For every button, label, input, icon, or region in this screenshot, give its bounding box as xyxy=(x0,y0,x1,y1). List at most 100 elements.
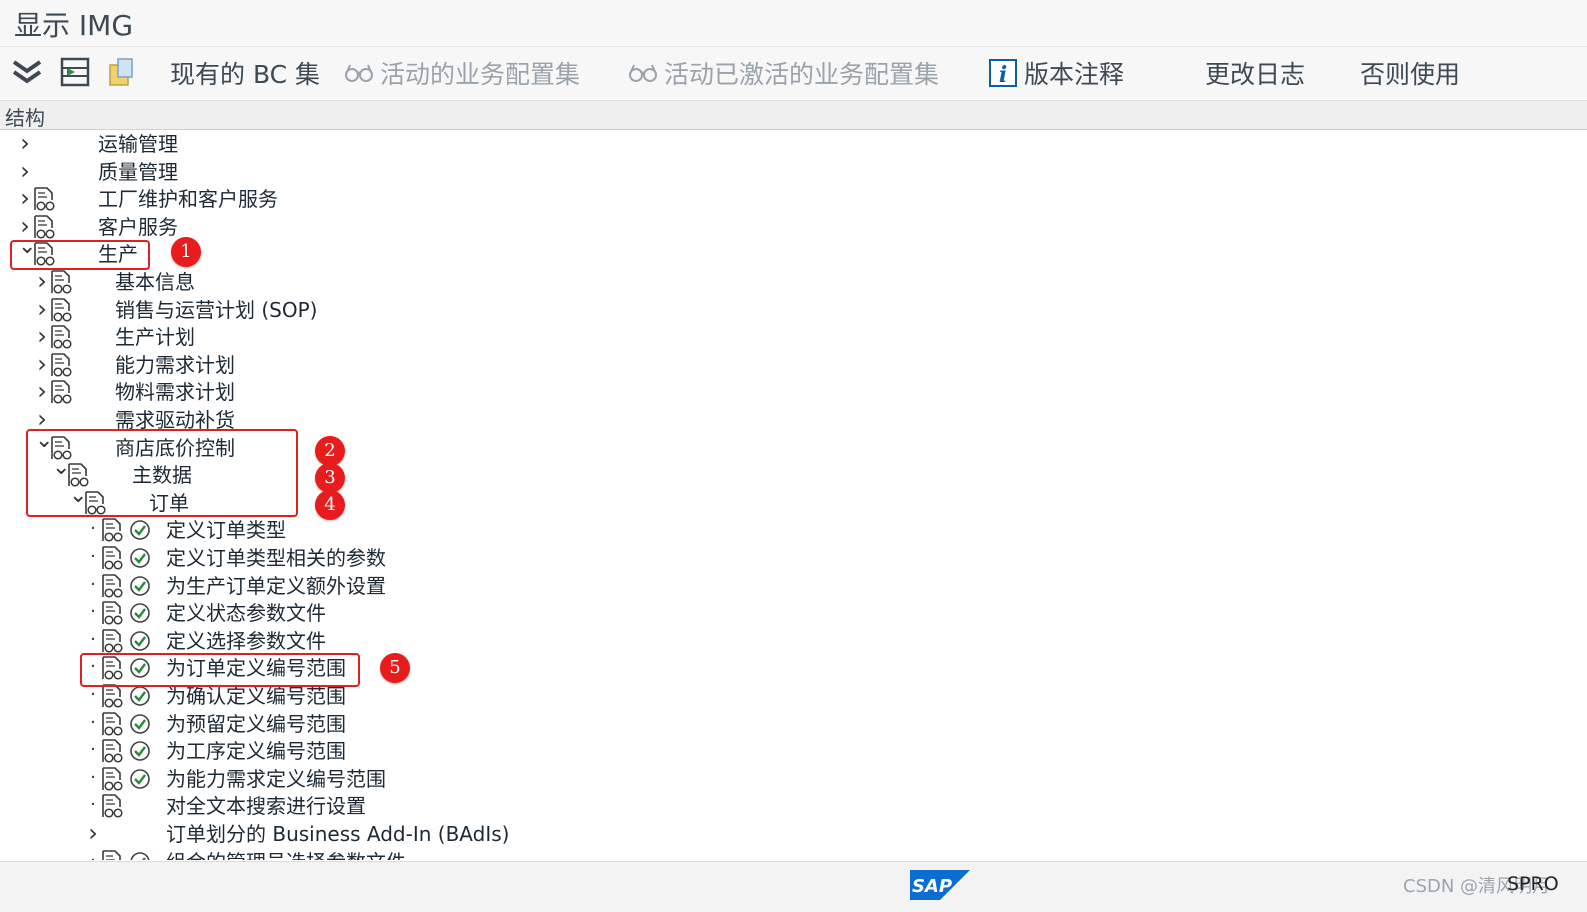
execute-activity-icon[interactable] xyxy=(129,740,151,762)
tree-node[interactable]: · 定义选择参数文件 xyxy=(0,628,1200,655)
execute-activity-icon[interactable] xyxy=(129,519,151,541)
documentation-icon[interactable] xyxy=(100,601,124,626)
tree-node[interactable]: · 定义状态参数文件 xyxy=(0,600,1200,627)
tree-node-label[interactable]: 运输管理 xyxy=(98,131,178,158)
expand-chevron-icon[interactable]: › xyxy=(18,131,32,155)
existing-bc-sets-label: 现有的 BC 集 xyxy=(170,60,321,89)
tree-node[interactable]: · 为能力需求定义编号范围 xyxy=(0,766,1200,793)
tree-node[interactable]: › 订单划分的 Business Add-In (BAdIs) xyxy=(0,821,1200,848)
expand-chevron-icon[interactable]: › xyxy=(35,269,49,293)
tree-node-label[interactable]: 客户服务 xyxy=(98,214,178,241)
documentation-icon[interactable] xyxy=(49,270,73,295)
execute-activity-icon[interactable] xyxy=(129,768,151,790)
tree-node[interactable]: › 工厂维护和客户服务 xyxy=(0,186,1200,213)
documentation-icon[interactable] xyxy=(100,573,124,599)
tree-node[interactable]: · 定义订单类型 xyxy=(0,517,1200,544)
documentation-icon[interactable] xyxy=(100,794,124,819)
tree-node-label[interactable]: 定义订单类型相关的参数 xyxy=(166,545,386,572)
expand-chevron-icon[interactable]: › xyxy=(18,186,32,210)
tree-node-label[interactable]: 定义选择参数文件 xyxy=(166,628,326,655)
tree-node-label[interactable]: 为能力需求定义编号范围 xyxy=(166,766,386,793)
change-log-button[interactable]: 更改日志 xyxy=(1205,57,1305,89)
tree-node[interactable]: · 对全文本搜索进行设置 xyxy=(0,793,1200,820)
svg-text:SAP: SAP xyxy=(912,876,952,897)
documentation-icon[interactable] xyxy=(49,380,73,405)
leaf-dot-icon: · xyxy=(90,794,96,816)
documentation-icon[interactable] xyxy=(100,628,124,654)
documentation-icon[interactable] xyxy=(100,711,124,737)
tree-node-label[interactable]: 对全文本搜索进行设置 xyxy=(166,793,366,820)
tree-node[interactable]: · 为确认定义编号范围 xyxy=(0,683,1200,710)
tree-node-label[interactable]: 订单划分的 Business Add-In (BAdIs) xyxy=(166,821,509,848)
tree-node[interactable]: › 生产计划 xyxy=(0,324,1200,351)
tree-node[interactable]: · 定义订单类型相关的参数 xyxy=(0,545,1200,572)
tree-node-label[interactable]: 定义订单类型 xyxy=(166,517,286,544)
execute-activity-icon[interactable] xyxy=(129,851,151,860)
tree-node-label[interactable]: 能力需求计划 xyxy=(115,352,235,379)
existing-bc-sets-button[interactable]: 现有的 BC 集 xyxy=(170,57,320,89)
documentation-icon[interactable] xyxy=(100,766,124,792)
tree-node-label[interactable]: 定义状态参数文件 xyxy=(166,600,326,627)
tree-node-label[interactable]: 质量管理 xyxy=(98,159,178,186)
documentation-icon[interactable] xyxy=(100,849,124,860)
where-used-button[interactable]: 否则使用 xyxy=(1360,57,1460,89)
clipboard-icon[interactable] xyxy=(104,55,138,89)
expand-chevron-icon[interactable]: › xyxy=(35,297,49,321)
documentation-icon[interactable] xyxy=(49,325,73,350)
navigate-icon[interactable] xyxy=(58,55,92,89)
expand-chevron-icon[interactable]: › xyxy=(35,324,49,348)
execute-activity-icon[interactable] xyxy=(129,575,151,597)
tree-node-label[interactable]: 为工序定义编号范围 xyxy=(166,738,346,765)
tree-node-label[interactable]: 生产计划 xyxy=(115,324,195,351)
tree-node-label[interactable]: 工厂维护和客户服务 xyxy=(98,186,278,213)
documentation-icon[interactable] xyxy=(32,187,56,212)
tree-node-label[interactable]: 为确认定义编号范围 xyxy=(166,683,346,710)
activated-bc-sets-button[interactable]: 活动已激活的业务配置集 xyxy=(628,57,939,89)
leaf-dot-icon: · xyxy=(90,628,96,650)
tree-node[interactable]: › 质量管理 xyxy=(0,159,1200,186)
tree-node[interactable]: › 基本信息 xyxy=(0,269,1200,296)
status-bar: SAP CSDN @清风明月 SPRO xyxy=(0,861,1587,912)
tree-node[interactable]: · 组合的管理员选择参数文件 xyxy=(0,849,1200,860)
tree-node[interactable]: › 销售与运营计划 (SOP) xyxy=(0,297,1200,324)
tree-node[interactable]: · 为生产订单定义额外设置 xyxy=(0,573,1200,600)
documentation-icon[interactable] xyxy=(100,739,124,764)
tree-node[interactable]: › 能力需求计划 xyxy=(0,352,1200,379)
application-toolbar: 现有的 BC 集 活动的业务配置集 活动已激活的业务配置集 i 版本注释 更改日… xyxy=(0,47,1587,99)
tree-node[interactable]: › 物料需求计划 xyxy=(0,379,1200,406)
documentation-icon[interactable] xyxy=(100,684,124,709)
highlight-number-ranges-orders xyxy=(80,653,360,687)
expand-chevron-icon[interactable]: › xyxy=(18,159,32,183)
window-title: 显示 IMG xyxy=(14,9,134,42)
expand-chevron-icon[interactable]: › xyxy=(35,379,49,403)
glasses-icon xyxy=(345,64,373,82)
sap-logo: SAP xyxy=(910,870,970,900)
execute-activity-icon[interactable] xyxy=(129,547,151,569)
expand-chevron-icon[interactable]: › xyxy=(35,407,49,431)
documentation-icon[interactable] xyxy=(100,518,124,543)
collapse-all-icon[interactable] xyxy=(10,55,44,89)
release-notes-button[interactable]: i 版本注释 xyxy=(988,57,1124,89)
documentation-icon[interactable] xyxy=(100,546,124,571)
tree-node-label[interactable]: 为生产订单定义额外设置 xyxy=(166,573,386,600)
documentation-icon[interactable] xyxy=(49,352,73,378)
expand-chevron-icon[interactable]: › xyxy=(86,821,100,845)
expand-chevron-icon[interactable]: › xyxy=(35,352,49,376)
documentation-icon[interactable] xyxy=(49,297,73,323)
tree-node-label[interactable]: 为预留定义编号范围 xyxy=(166,711,346,738)
active-bc-sets-button[interactable]: 活动的业务配置集 xyxy=(344,57,580,89)
tree-node[interactable]: · 为工序定义编号范围 xyxy=(0,738,1200,765)
execute-activity-icon[interactable] xyxy=(129,602,151,624)
execute-activity-icon[interactable] xyxy=(129,630,151,652)
execute-activity-icon[interactable] xyxy=(129,685,151,707)
tree-node-label[interactable]: 组合的管理员选择参数文件 xyxy=(166,849,406,860)
tree-node[interactable]: › 客户服务 xyxy=(0,214,1200,241)
tree-node[interactable]: · 为预留定义编号范围 xyxy=(0,711,1200,738)
tree-node-label[interactable]: 基本信息 xyxy=(115,269,195,296)
tree-node-label[interactable]: 物料需求计划 xyxy=(115,379,235,406)
leaf-dot-icon: · xyxy=(90,684,96,705)
expand-chevron-icon[interactable]: › xyxy=(18,214,32,238)
execute-activity-icon[interactable] xyxy=(129,713,151,735)
tree-node[interactable]: › 运输管理 xyxy=(0,131,1200,158)
tree-node-label[interactable]: 销售与运营计划 (SOP) xyxy=(115,297,317,324)
